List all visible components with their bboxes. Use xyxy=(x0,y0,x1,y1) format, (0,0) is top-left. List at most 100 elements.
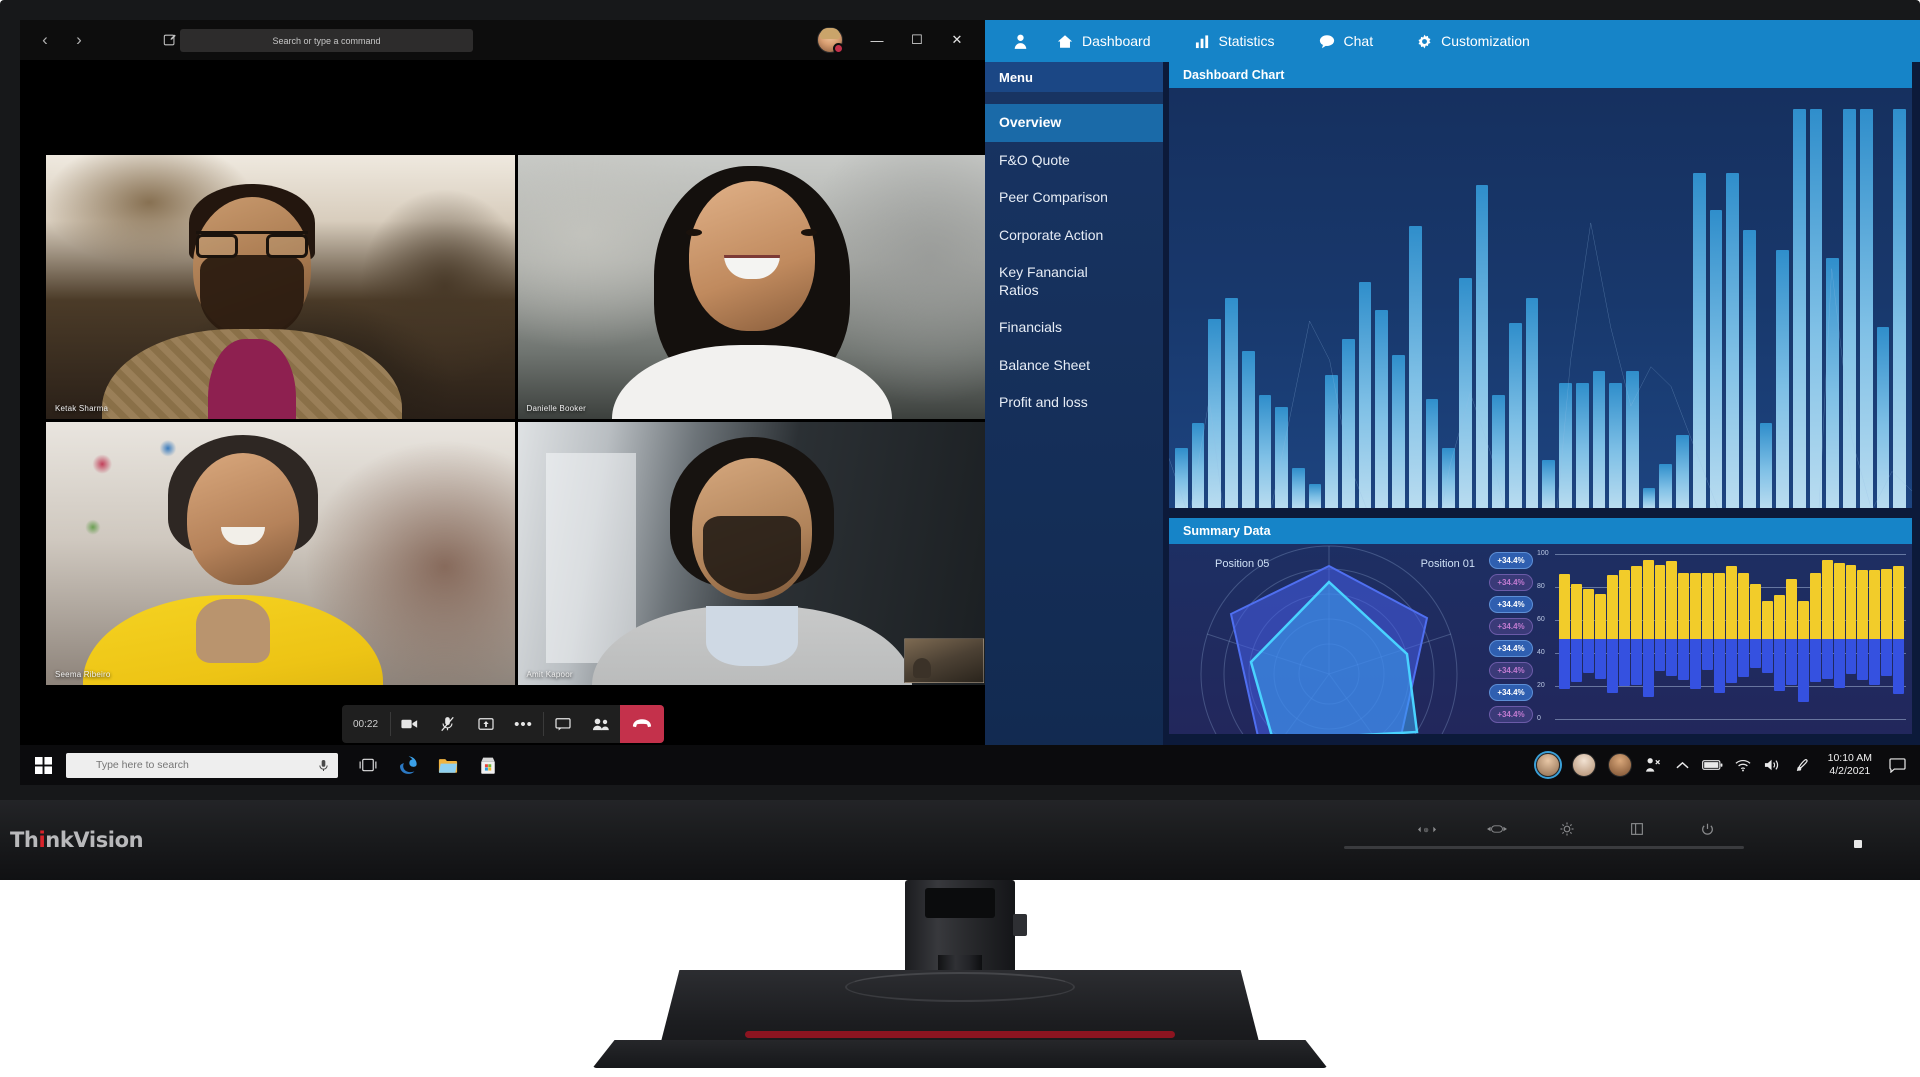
compose-icon[interactable] xyxy=(163,33,177,47)
share-screen-icon[interactable] xyxy=(467,705,505,743)
edge-browser-icon[interactable] xyxy=(388,745,428,785)
more-options-button[interactable]: ••• xyxy=(505,705,543,743)
y-axis-tick-label: 40 xyxy=(1537,649,1545,656)
radar-chart-svg xyxy=(1200,545,1458,734)
summary-bar-pair xyxy=(1738,554,1749,724)
radar-chart: Position 05 Position 01 xyxy=(1169,544,1489,734)
y-axis-tick-label: 0 xyxy=(1537,715,1541,722)
tray-avatar[interactable] xyxy=(1535,753,1560,777)
negative-bar xyxy=(1714,639,1726,693)
sidebar-item-corporate-action[interactable]: Corporate Action xyxy=(985,217,1163,255)
sidebar-item-overview[interactable]: Overview xyxy=(985,104,1163,142)
summary-bar-pair xyxy=(1714,554,1726,724)
osd-input-source-button[interactable] xyxy=(1484,818,1510,840)
participants-icon[interactable] xyxy=(582,705,620,743)
show-hidden-icons-chevron[interactable] xyxy=(1668,745,1698,785)
sidebar-item-financials[interactable]: Financials xyxy=(985,309,1163,347)
call-timer: 00:22 xyxy=(352,718,379,730)
tray-avatar[interactable] xyxy=(1571,753,1596,777)
microsoft-store-icon[interactable] xyxy=(468,745,508,785)
summary-bar-pair xyxy=(1726,554,1738,724)
speaker-icon[interactable] xyxy=(1758,745,1788,785)
pen-icon[interactable] xyxy=(1788,745,1818,785)
nav-item-dashboard[interactable]: Dashboard xyxy=(1035,20,1173,62)
user-icon[interactable] xyxy=(1005,34,1035,49)
monitor-bottom-bezel xyxy=(0,800,1920,880)
search-input[interactable] xyxy=(180,29,473,52)
stand-base-front xyxy=(592,1040,1328,1068)
osd-power-button[interactable] xyxy=(1694,818,1720,840)
video-tile[interactable]: Ketak Sharma xyxy=(46,155,515,419)
positive-bar xyxy=(1642,559,1654,639)
maximize-button[interactable]: ☐ xyxy=(897,20,937,60)
radar-label-right: Position 01 xyxy=(1420,558,1475,570)
nav-item-chat[interactable]: Chat xyxy=(1297,20,1396,62)
wifi-icon[interactable] xyxy=(1728,745,1758,785)
video-tile[interactable]: Amit Kapoor xyxy=(517,421,986,685)
summary-bar-chart: 0 20 40 60 80 100 xyxy=(1533,544,1912,734)
task-view-icon[interactable] xyxy=(348,745,388,785)
meet-now-icon[interactable] xyxy=(1638,745,1668,785)
bar xyxy=(1175,447,1188,508)
action-center-icon[interactable] xyxy=(1882,745,1912,785)
microphone-icon[interactable] xyxy=(318,759,329,772)
hang-up-button[interactable] xyxy=(619,705,664,743)
nav-label: Statistics xyxy=(1218,33,1275,49)
osd-menu-button[interactable] xyxy=(1624,818,1650,840)
sidebar-item-peer-comparison[interactable]: Peer Comparison xyxy=(985,179,1163,217)
status-badge xyxy=(833,43,844,54)
positive-bar xyxy=(1594,594,1606,639)
summary-bar-pair xyxy=(1570,554,1582,724)
sidebar-item-fo-quote[interactable]: F&O Quote xyxy=(985,142,1163,180)
sidebar-item-key-financial-ratios[interactable]: Key Fanancial Ratios xyxy=(985,254,1103,309)
back-button[interactable]: ‹ xyxy=(34,29,56,51)
sidebar-item-balance-sheet[interactable]: Balance Sheet xyxy=(985,347,1163,385)
bar xyxy=(1692,173,1706,508)
tray-avatar[interactable] xyxy=(1607,753,1632,777)
clock[interactable]: 10:10 AM 4/2/2021 xyxy=(1818,752,1882,778)
camera-icon[interactable] xyxy=(391,705,429,743)
summary-bar-pair xyxy=(1654,554,1666,724)
teams-nav-arrows: ‹ › xyxy=(34,29,90,51)
negative-bar xyxy=(1678,639,1690,681)
start-button[interactable] xyxy=(20,745,66,785)
bar xyxy=(1793,108,1806,508)
picture-in-picture-thumbnail[interactable] xyxy=(904,638,984,683)
teams-window-controls: — ☐ ✕ xyxy=(817,20,977,60)
summary-bar-pair xyxy=(1869,554,1881,724)
negative-bar xyxy=(1570,639,1582,682)
avatar[interactable] xyxy=(817,27,844,54)
positive-bar xyxy=(1570,584,1582,639)
bar xyxy=(1525,298,1539,508)
bar xyxy=(1308,483,1322,508)
summary-bar-pair xyxy=(1821,554,1833,724)
nav-item-statistics[interactable]: Statistics xyxy=(1173,20,1297,62)
file-explorer-icon[interactable] xyxy=(428,745,468,785)
microphone-muted-icon[interactable] xyxy=(429,705,467,743)
bar xyxy=(1358,282,1372,508)
negative-bar xyxy=(1809,639,1821,682)
taskbar-search xyxy=(66,752,338,778)
video-tile[interactable]: Seema Ribeiro xyxy=(46,421,515,685)
close-button[interactable]: ✕ xyxy=(937,20,977,60)
minimize-button[interactable]: — xyxy=(857,20,897,60)
battery-icon[interactable] xyxy=(1698,745,1728,785)
sidebar-item-profit-and-loss[interactable]: Profit and loss xyxy=(985,384,1163,422)
radar-label-left: Position 05 xyxy=(1215,558,1270,570)
bar xyxy=(1592,370,1606,508)
summary-bar-pair xyxy=(1606,554,1618,724)
video-tile[interactable]: Danielle Booker xyxy=(517,155,986,419)
negative-bar xyxy=(1738,639,1749,678)
positive-bar xyxy=(1809,572,1821,639)
osd-nav-button[interactable]: ⊕ xyxy=(1414,818,1440,840)
summary-bar-pair xyxy=(1678,554,1690,724)
summary-bar-pair xyxy=(1642,554,1654,724)
nav-item-customization[interactable]: Customization xyxy=(1395,20,1552,62)
taskbar-search-input[interactable] xyxy=(66,752,338,778)
forward-button[interactable]: › xyxy=(68,29,90,51)
sidebar-header: Menu xyxy=(985,62,1163,92)
bar xyxy=(1709,209,1723,508)
chat-icon[interactable] xyxy=(544,705,582,743)
osd-brightness-button[interactable] xyxy=(1554,818,1580,840)
summary-bar-series xyxy=(1559,554,1905,724)
